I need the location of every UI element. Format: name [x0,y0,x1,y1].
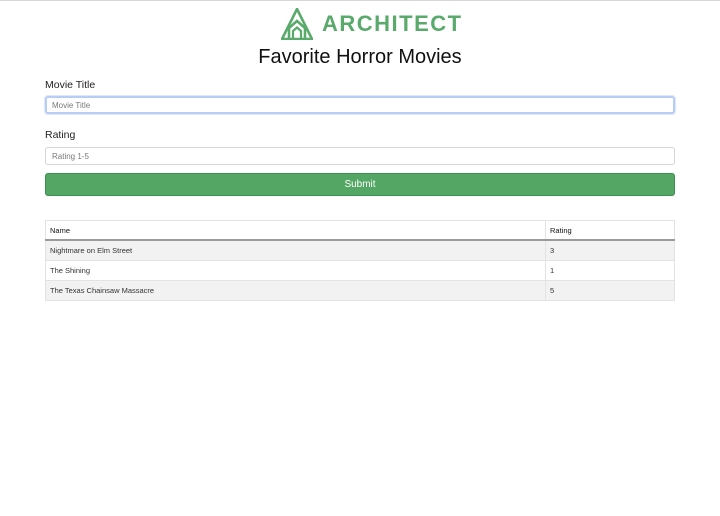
column-header-name: Name [45,220,546,241]
table-row: Nightmare on Elm Street 3 [45,239,675,261]
rating-label: Rating [45,129,76,141]
top-divider [0,0,720,1]
architect-a-logo-icon [281,8,313,40]
rating-input[interactable] [45,147,675,165]
movie-name-cell: Nightmare on Elm Street [45,239,546,261]
movie-name-cell: The Texas Chainsaw Massacre [45,280,546,301]
movie-title-input[interactable] [45,96,675,114]
movie-title-label: Movie Title [45,79,96,91]
submit-button[interactable]: Submit [45,173,675,196]
brand-name: ARCHITECT [322,11,463,36]
page-title: Favorite Horror Movies [258,46,462,68]
table-header-row: Name Rating [45,220,675,241]
movie-rating-cell: 3 [545,239,675,261]
table-row: The Shining 1 [45,260,675,281]
table-row: The Texas Chainsaw Massacre 5 [45,280,675,301]
movie-name-cell: The Shining [45,260,546,281]
movies-table: Name Rating Nightmare on Elm Street 3 Th… [45,220,675,301]
brand-logo: ARCHITECT [281,8,463,40]
column-header-rating: Rating [545,220,675,241]
movie-rating-cell: 1 [545,260,675,281]
movie-rating-cell: 5 [545,280,675,301]
